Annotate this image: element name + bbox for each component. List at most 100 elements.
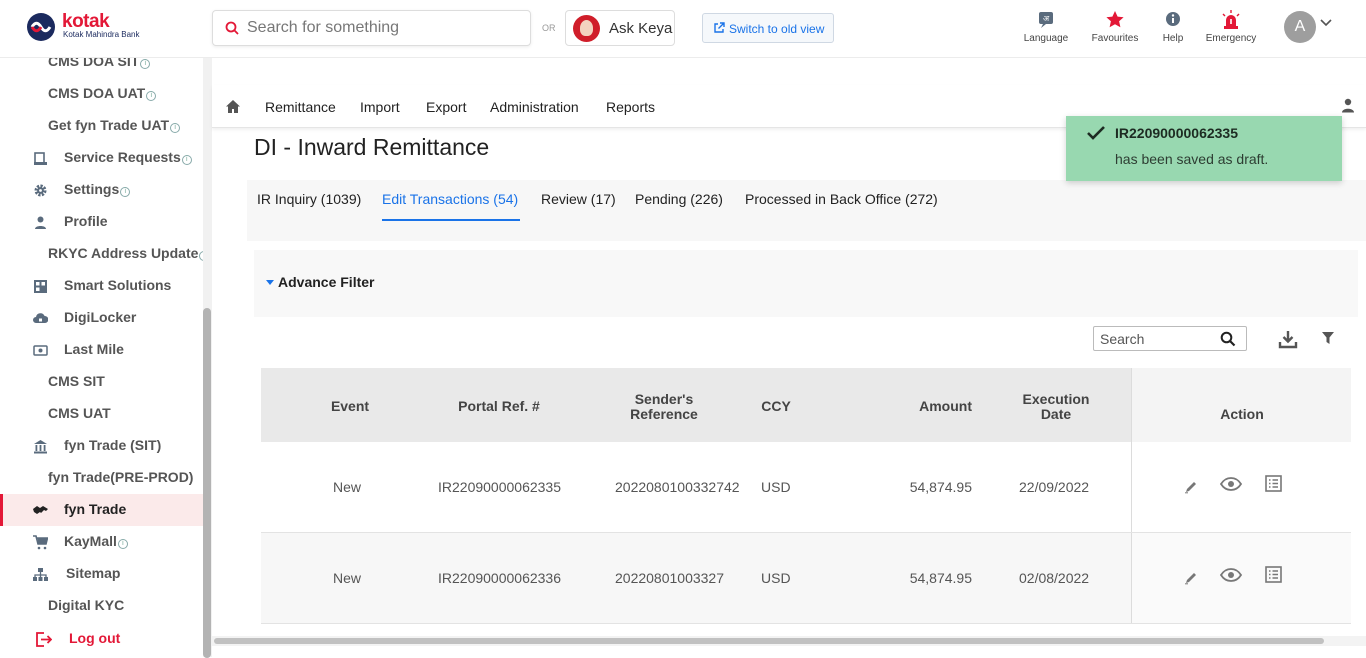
svg-text:अ: अ — [1043, 14, 1050, 23]
sidebar-item-kaymall[interactable]: KayMall i — [0, 526, 203, 558]
view-eye-icon[interactable] — [1220, 477, 1242, 491]
sitemap-icon — [33, 568, 48, 581]
person-icon[interactable] — [1341, 98, 1355, 113]
checkmark-icon — [1087, 126, 1105, 140]
cell-ccy: USD — [761, 479, 791, 495]
global-search[interactable] — [212, 10, 531, 46]
ask-keya-button[interactable]: Ask Keya — [565, 10, 675, 46]
tab-pending[interactable]: Pending (226) — [635, 191, 723, 207]
edit-pencil-icon[interactable] — [1184, 480, 1198, 494]
keya-avatar — [573, 15, 600, 42]
column-header-action: Action — [1220, 406, 1264, 422]
tab-ir-inquiry[interactable]: IR Inquiry (1039) — [257, 191, 361, 207]
sidebar-item-label: RKYC Address Updatei — [48, 245, 210, 261]
tab-review[interactable]: Review (17) — [541, 191, 616, 207]
column-header-event[interactable]: Event — [305, 399, 395, 414]
menu-remittance[interactable]: Remittance — [265, 99, 336, 115]
column-header-sender-reference[interactable]: Sender's Reference — [619, 392, 709, 422]
table-scrollbar-thumb[interactable] — [214, 638, 1324, 644]
table-row[interactable]: New IR22090000062335 2022080100332742 US… — [261, 442, 1351, 533]
sidebar-item-profile[interactable]: Profile — [0, 206, 203, 238]
info-icon: i — [117, 539, 128, 549]
sidebar-item-label: Digital KYC — [48, 597, 125, 613]
cell-event: New — [333, 570, 362, 586]
home-icon[interactable] — [225, 99, 241, 114]
column-header-execution-date[interactable]: Execution Date — [1013, 392, 1099, 422]
help-button[interactable]: Help — [1158, 10, 1188, 50]
sidebar-item-text: KayMall — [64, 533, 117, 549]
info-icon — [1166, 12, 1180, 26]
sidebar-item-rkyc-address-update[interactable]: RKYC Address Updatei — [0, 238, 210, 270]
cell-amount: 54,874.95 — [909, 570, 972, 586]
favourites-button[interactable]: Favourites — [1090, 10, 1140, 50]
grid-icon — [34, 280, 47, 293]
chevron-down-icon[interactable] — [1320, 19, 1332, 27]
menu-administration[interactable]: Administration — [490, 99, 579, 115]
logout-label: Log out — [69, 630, 121, 646]
user-avatar[interactable]: A — [1284, 11, 1316, 43]
toast-message: has been saved as draft. — [1115, 151, 1269, 167]
advance-filter-panel[interactable]: Advance Filter — [254, 250, 1358, 317]
cash-icon — [33, 345, 48, 356]
sidebar-item-cms-uat[interactable]: CMS UAT — [0, 398, 203, 430]
switch-old-view-label: Switch to old view — [729, 22, 825, 36]
details-list-icon[interactable] — [1265, 566, 1282, 583]
details-list-icon[interactable] — [1265, 475, 1282, 492]
cell-portal-ref[interactable]: IR22090000062336 — [438, 570, 561, 586]
menu-reports[interactable]: Reports — [606, 99, 655, 115]
sidebar-item-digilocker[interactable]: DigiLocker — [0, 302, 203, 334]
sidebar-item-fyn-trade-sit[interactable]: fyn Trade (SIT) — [0, 430, 203, 462]
logout-button[interactable]: Log out — [0, 623, 203, 655]
sidebar-item-smart-solutions[interactable]: Smart Solutions — [0, 270, 203, 302]
sidebar-scrollbar-thumb[interactable] — [203, 308, 211, 658]
sidebar-item-text: Settings — [64, 181, 120, 197]
sidebar-item-cms-doa-sit[interactable]: CMS DOA SIT i — [0, 58, 203, 78]
emergency-button[interactable]: Emergency — [1205, 10, 1257, 50]
bank-icon — [34, 440, 47, 454]
switch-old-view-button[interactable]: Switch to old view — [702, 13, 834, 43]
menu-export[interactable]: Export — [426, 99, 466, 115]
sidebar-item-digital-kyc[interactable]: Digital KYC — [0, 590, 203, 622]
language-button[interactable]: अ Language — [1022, 10, 1070, 50]
menu-import[interactable]: Import — [360, 99, 400, 115]
search-icon — [225, 21, 239, 35]
sidebar-item-service-requests[interactable]: Service Requests i — [0, 142, 203, 174]
column-header-portal-ref[interactable]: Portal Ref. # — [439, 399, 559, 414]
sidebar-item-cms-sit[interactable]: CMS SIT — [0, 366, 203, 398]
cell-sender-ref: 20220801003327 — [615, 570, 725, 586]
help-label: Help — [1162, 33, 1184, 44]
cloud-lock-icon — [33, 313, 48, 323]
edit-pencil-icon[interactable] — [1184, 571, 1198, 585]
download-icon[interactable] — [1278, 329, 1298, 349]
table-search[interactable] — [1093, 326, 1247, 351]
sidebar-item-label: DigiLocker — [64, 309, 137, 325]
sidebar-item-fyn-trade-pre-prod[interactable]: fyn Trade(PRE-PROD) — [0, 462, 203, 494]
language-icon: अ — [1039, 12, 1053, 28]
sidebar-item-settings[interactable]: Settings i — [0, 174, 203, 206]
kotak-logo[interactable]: kotak Kotak Mahindra Bank — [26, 10, 156, 46]
tab-edit-transactions[interactable]: Edit Transactions (54) — [382, 191, 518, 207]
cell-portal-ref[interactable]: IR22090000062335 — [438, 479, 561, 495]
sidebar-item-get-fyn-trade-uat[interactable]: Get fyn Trade UAT i — [0, 110, 203, 142]
sidebar-item-label: CMS SIT — [48, 373, 105, 389]
sidebar-item-label: Last Mile — [64, 341, 124, 357]
language-label: Language — [1023, 33, 1069, 44]
table-row[interactable]: New IR22090000062336 20220801003327 USD … — [261, 533, 1351, 624]
search-input[interactable] — [247, 11, 517, 45]
filter-icon[interactable] — [1321, 331, 1335, 345]
sidebar-item-fyn-trade[interactable]: fyn Trade — [0, 494, 203, 526]
view-eye-icon[interactable] — [1220, 568, 1242, 582]
tab-processed-back-office[interactable]: Processed in Back Office (272) — [745, 191, 938, 207]
sidebar-item-last-mile[interactable]: Last Mile — [0, 334, 203, 366]
sidebar-item-sitemap[interactable]: Sitemap — [0, 558, 203, 590]
sidebar-item-label: Sitemap — [66, 565, 121, 581]
kotak-logo-icon — [27, 13, 55, 41]
column-header-ccy[interactable]: CCY — [751, 399, 801, 414]
table-search-input[interactable] — [1100, 329, 1218, 349]
service-request-icon — [34, 152, 47, 165]
sidebar-item-label: fyn Trade — [64, 501, 127, 517]
search-icon[interactable] — [1220, 331, 1236, 347]
sidebar-item-label: CMS DOA SIT i — [48, 58, 151, 69]
column-header-amount[interactable]: Amount — [901, 399, 972, 414]
sidebar-item-cms-doa-uat[interactable]: CMS DOA UAT i — [0, 78, 203, 110]
